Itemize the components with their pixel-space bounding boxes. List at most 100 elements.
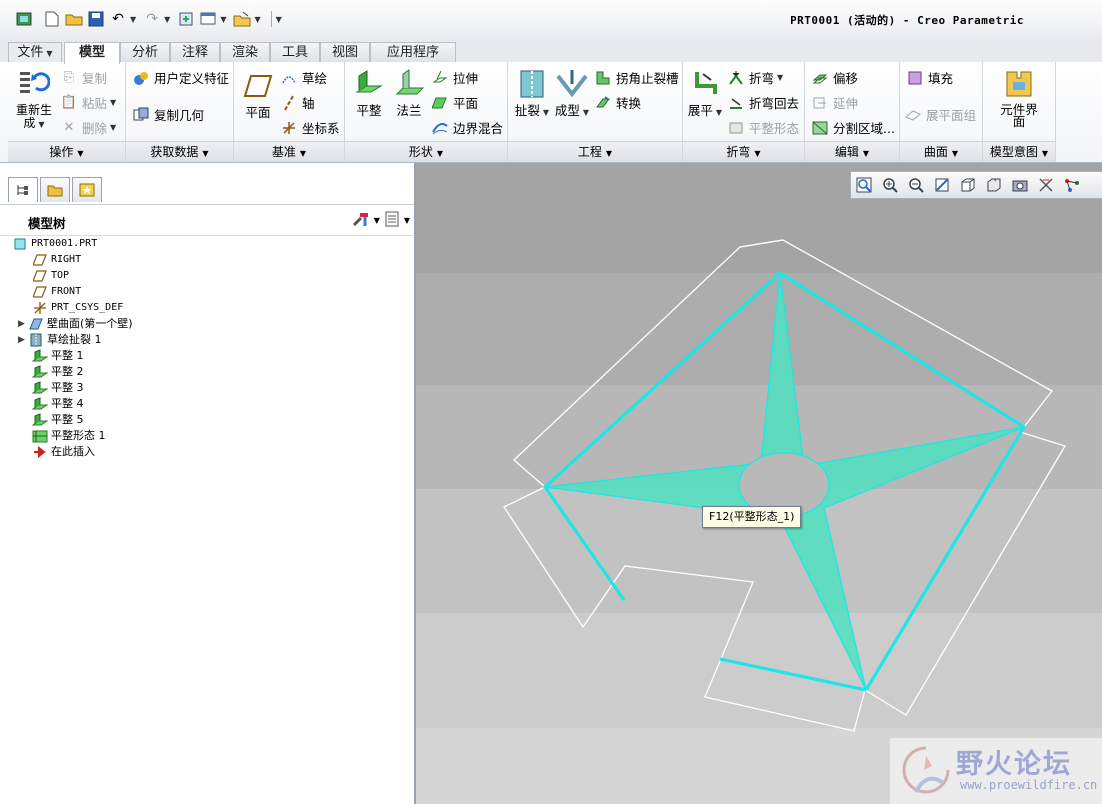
flatten-quilt-button[interactable]: 展平面组 [904,105,976,124]
group-label-datum[interactable]: 基准 ▼ [234,141,344,162]
tab-view[interactable]: 视图 [320,42,370,62]
windows-icon[interactable] [198,9,218,29]
flat-wall-button[interactable]: 平整 [349,68,389,118]
redo-dropdown-icon[interactable]: ▼ [164,15,170,24]
tab-tools[interactable]: 工具 [270,42,320,62]
tree-item-insert-here[interactable]: 在此插入 [12,444,133,460]
bend-back-icon [727,94,745,112]
regenerate-icon [18,68,51,100]
new-file-icon[interactable] [42,9,62,29]
expand-icon[interactable]: ▶ [18,332,28,348]
corner-relief-button[interactable]: 拐角止裂槽 [594,68,679,87]
flange-button[interactable]: 法兰 [389,68,429,118]
unbend-button[interactable]: 展平 ▼ [685,68,725,120]
zoom-in-icon[interactable] [877,174,903,196]
save-icon[interactable] [86,9,106,29]
planar-button[interactable]: 平面 [431,93,478,112]
group-label-engineering[interactable]: 工程 ▼ [508,141,682,162]
tree-item-flat-2[interactable]: 平整 2 [12,364,133,380]
tab-file[interactable]: 文件 ▼ [8,42,62,62]
datum-plane-button[interactable]: 平面 [238,70,278,120]
folder-browser-tab-icon[interactable] [40,177,70,202]
tree-item-flat-5[interactable]: 平整 5 [12,412,133,428]
windows-dropdown-icon[interactable]: ▼ [220,15,226,24]
csys-button[interactable]: 坐标系 [280,118,340,137]
group-label-model-intent[interactable]: 模型意图 ▼ [983,141,1055,162]
tree-item-flat-1[interactable]: 平整 1 [12,348,133,364]
settings-dropdown-icon[interactable]: ▼ [374,216,380,225]
saved-views-icon[interactable] [981,174,1007,196]
tree-item-flat-4[interactable]: 平整 4 [12,396,133,412]
group-label-get-data[interactable]: 获取数据 ▼ [126,141,233,162]
customize-dropdown-icon[interactable]: ▼ [254,15,260,24]
group-label-editing[interactable]: 编辑 ▼ [805,141,899,162]
group-label-surfaces[interactable]: 曲面 ▼ [900,141,982,162]
tree-item-front[interactable]: FRONT [12,284,133,300]
sketch-button[interactable]: 草绘 [280,68,327,87]
split-area-button[interactable]: 分割区域... [811,118,895,137]
flat-wall-big-icon [353,68,385,100]
copy-geometry-button[interactable]: 复制几何 [132,105,204,124]
model-geometry[interactable] [416,163,1102,804]
axis-button[interactable]: 轴 [280,93,315,112]
group-label-bends[interactable]: 折弯 ▼ [683,141,804,162]
convert-button[interactable]: 转换 [594,93,641,112]
open-folder-icon[interactable] [64,9,84,29]
rip-icon [28,333,44,347]
close-window-icon[interactable] [232,9,252,29]
boundary-blend-button[interactable]: 边界混合 [431,118,503,137]
tree-item-right[interactable]: RIGHT [12,252,133,268]
paste-button[interactable]: 📋 粘贴 ▼ [60,93,116,112]
tab-analysis[interactable]: 分析 [120,42,170,62]
tab-applications[interactable]: 应用程序 [370,42,456,62]
display-style-icon[interactable] [955,174,981,196]
group-label-shapes[interactable]: 形状 ▼ [345,141,507,162]
app-icon[interactable] [14,9,34,29]
bend-button[interactable]: 折弯 ▼ [727,68,783,87]
tab-model[interactable]: 模型 [64,42,120,64]
redo-icon[interactable]: ↷ [142,9,162,29]
extrude-button[interactable]: 拉伸 [431,68,478,87]
model-tree-tab-icon[interactable] [8,177,38,202]
show-dropdown-icon[interactable]: ▼ [404,216,410,225]
view-manager-icon[interactable] [1007,174,1033,196]
repaint-icon[interactable] [929,174,955,196]
split-area-icon [811,119,829,137]
group-bends: 展平 ▼ 折弯 ▼ 折弯回去 平整形态 折弯 ▼ [683,62,805,162]
group-label-operations[interactable]: 操作 ▼ [8,141,125,162]
refit-icon[interactable] [851,174,877,196]
tab-annotate[interactable]: 注释 [170,42,220,62]
favorites-tab-icon[interactable] [72,177,102,202]
expand-icon[interactable]: ▶ [18,316,28,332]
tree-item-wall[interactable]: ▶ 壁曲面(第一个壁) [12,316,133,332]
tree-item-part[interactable]: PRT0001.PRT [12,236,133,252]
annotation-display-icon[interactable] [1059,174,1085,196]
graphics-viewport[interactable]: F12(平整形态_1) 野火论坛 www.proewildfire.cn [416,163,1102,804]
bend-back-button[interactable]: 折弯回去 [727,93,799,112]
form-button[interactable]: 成型 ▼ [552,68,592,120]
undo-icon[interactable]: ↶ [108,9,128,29]
tab-render[interactable]: 渲染 [220,42,270,62]
udf-button[interactable]: 用户定义特征 [132,68,229,87]
tree-item-flat-state[interactable]: 平整形态 1 [12,428,133,444]
tree-item-csys[interactable]: PRT_CSYS_DEF [12,300,133,316]
settings-icon[interactable] [352,211,370,230]
component-interface-button[interactable]: 元件界面 [997,68,1041,128]
tree-item-flat-3[interactable]: 平整 3 [12,380,133,396]
extend-button[interactable]: 延伸 [811,93,858,112]
tree-item-rip[interactable]: ▶ 草绘扯裂 1 [12,332,133,348]
flat-state-button[interactable]: 平整形态 [727,118,799,137]
zoom-out-icon[interactable] [903,174,929,196]
tree-item-top[interactable]: TOP [12,268,133,284]
datum-display-icon[interactable] [1033,174,1059,196]
undo-dropdown-icon[interactable]: ▼ [130,15,136,24]
delete-button[interactable]: ✕ 删除 ▼ [60,118,117,137]
show-icon[interactable] [384,211,400,230]
regenerate-small-icon[interactable] [176,9,196,29]
rip-button[interactable]: 扯裂 ▼ [512,68,552,120]
qa-more-icon[interactable]: ▼ [276,15,282,24]
regenerate-button[interactable]: 重新生成 ▼ [12,68,56,131]
copy-button[interactable]: ⎘ 复制 [60,68,107,87]
offset-button[interactable]: 偏移 [811,68,858,87]
fill-button[interactable]: 填充 [906,68,953,87]
